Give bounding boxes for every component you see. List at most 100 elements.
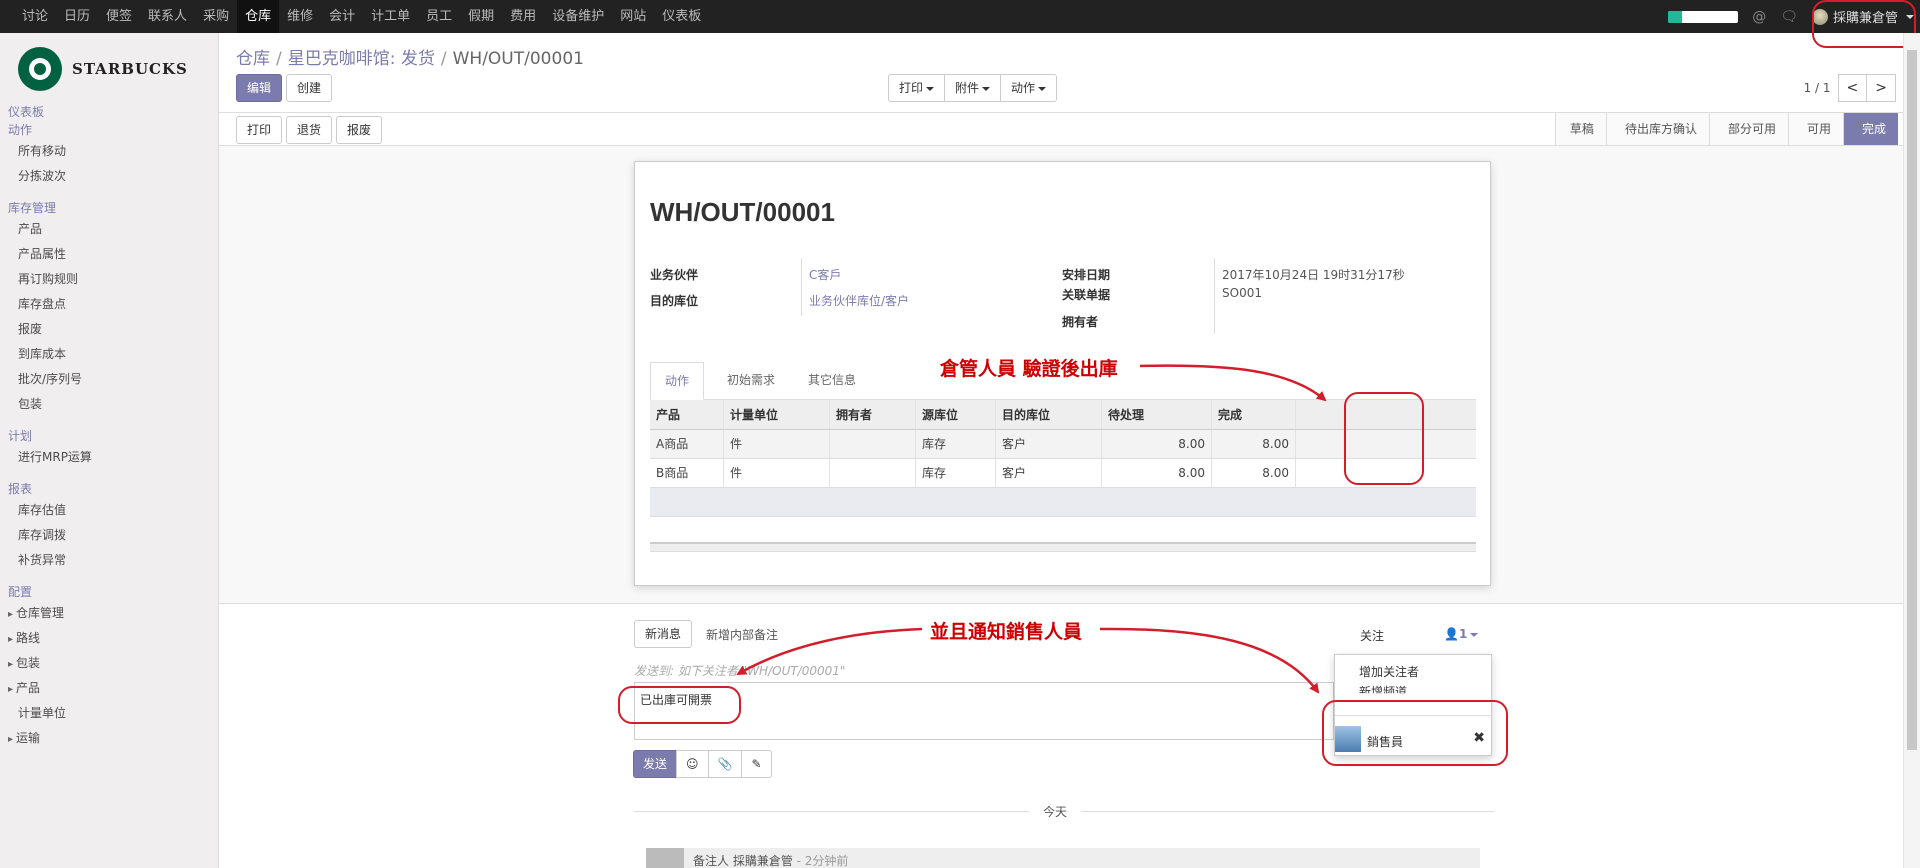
at-icon[interactable]: @ (1752, 9, 1766, 25)
create-button[interactable]: 创建 (286, 74, 333, 102)
status-action-button[interactable]: 打印 (236, 116, 283, 144)
sidebar-menu: 仪表板 动作 所有移动 分拣波次 库存管理 产品 产品属性 再订购规则 库存盘点 报废 到库… (0, 103, 219, 751)
full-composer-icon[interactable]: ✎ (741, 750, 772, 778)
breadcrumb: 仓库 / 星巴克咖啡馆: 发货 / WH/OUT/00001 (236, 44, 584, 69)
emoji-icon[interactable]: ☺ (676, 750, 709, 778)
sidebar-item[interactable]: 批次/序列号 (0, 367, 219, 392)
app-menu-item[interactable]: 设备维护 (544, 0, 612, 33)
sidebar-item[interactable]: 补货异常 (0, 548, 219, 573)
sidebar-item[interactable]: 库存盘点 (0, 292, 219, 317)
sidebar-section-config: 配置 (8, 585, 33, 599)
sidebar-item[interactable]: 产品 (0, 676, 219, 701)
stage-item[interactable]: 待出库方确认 (1605, 113, 1709, 145)
log-note-button[interactable]: 新增内部备注 (706, 626, 778, 643)
table-cell: 客户 (996, 459, 1102, 487)
stage-item[interactable]: 部分可用 (1708, 113, 1788, 145)
sidebar: STARBUCKS 仪表板 动作 所有移动 分拣波次 库存管理 产品 产品属性 再订购… (0, 33, 219, 868)
stage-item[interactable]: 可用 (1787, 113, 1843, 145)
destination-value[interactable]: 业务伙伴库位/客户 (809, 292, 909, 309)
sidebar-item[interactable]: 产品 (0, 217, 219, 242)
sidebar-section-plan: 计划 (8, 429, 33, 443)
sidebar-item[interactable]: 到库成本 (0, 342, 219, 367)
annotation-top: 倉管人員 驗證後出庫 (940, 358, 1118, 380)
app-menu-item[interactable]: 费用 (502, 0, 544, 33)
tab-initial-demand[interactable]: 初始需求 (713, 362, 789, 400)
breadcrumb-separator: / (276, 49, 282, 69)
app-menu-item[interactable]: 假期 (460, 0, 502, 33)
edit-button[interactable]: 编辑 (236, 74, 283, 102)
sidebar-item[interactable]: 路线 (0, 626, 219, 651)
pager-next-button[interactable]: > (1866, 74, 1896, 102)
sidebar-item[interactable]: 计量单位 (0, 701, 219, 726)
followers-count: 1 (1458, 627, 1468, 641)
stage-item[interactable]: 草稿 (1554, 113, 1606, 145)
page-scrollbar[interactable] (1903, 33, 1920, 868)
breadcrumb-parent[interactable]: 星巴克咖啡馆: 发货 (288, 49, 435, 69)
sidebar-item[interactable]: 库存估值 (0, 498, 219, 523)
app-menu-item[interactable]: 仓库 (237, 0, 280, 33)
sidebar-item[interactable]: 产品属性 (0, 242, 219, 267)
followers-button[interactable]: 👤1 (1444, 627, 1479, 641)
message-time: - 2分钟前 (792, 854, 849, 868)
column-header[interactable]: 源库位 (916, 400, 996, 429)
attachment-dropdown[interactable]: 附件 (944, 74, 1002, 102)
sidebar-item[interactable]: 包装 (0, 392, 219, 417)
app-menu-item[interactable]: 会计 (321, 0, 363, 33)
column-header[interactable]: 目的库位 (996, 400, 1102, 429)
table-cell: 件 (724, 459, 830, 487)
action-dropdown[interactable]: 动作 (1000, 74, 1058, 102)
message-item: 备注人 採購兼倉管 - 2分钟前 (646, 848, 1480, 868)
new-message-button[interactable]: 新消息 (634, 620, 693, 648)
sidebar-item[interactable]: 再订购规则 (0, 267, 219, 292)
app-menu-item[interactable]: 便签 (98, 0, 140, 33)
stage-item[interactable]: 完成 (1842, 113, 1898, 145)
pager-previous-button[interactable]: < (1837, 74, 1868, 102)
table-cell: 件 (724, 430, 830, 458)
chevron-down-icon (926, 86, 935, 91)
app-menu-item[interactable]: 仪表板 (654, 0, 709, 33)
app-menu-item[interactable]: 员工 (418, 0, 460, 33)
status-action-button[interactable]: 报废 (336, 116, 383, 144)
breadcrumb-root[interactable]: 仓库 (236, 49, 270, 69)
sidebar-item[interactable]: 分拣波次 (0, 164, 219, 189)
add-channel-item[interactable]: 新增频道 (1359, 683, 1407, 693)
sidebar-item[interactable]: 运输 (0, 726, 219, 751)
app-menu-item[interactable]: 采购 (195, 0, 237, 33)
chevron-down-icon (1470, 632, 1479, 637)
partner-value[interactable]: C客戶 (809, 266, 841, 283)
company-logo[interactable]: STARBUCKS (18, 47, 188, 91)
sidebar-item[interactable]: 报废 (0, 317, 219, 342)
column-header[interactable]: 完成 (1212, 400, 1296, 429)
follow-button[interactable]: 关注 (1360, 627, 1384, 644)
progress-bar[interactable] (1668, 10, 1739, 23)
sidebar-item[interactable]: 仓库管理 (0, 601, 219, 626)
app-menu-item[interactable]: 讨论 (14, 0, 56, 33)
attachment-icon[interactable]: 📎 (707, 750, 743, 778)
tab-additional-info[interactable]: 其它信息 (794, 362, 870, 400)
app-menu-item[interactable]: 维修 (279, 0, 321, 33)
add-follower-item[interactable]: 增加关注者 (1359, 663, 1419, 680)
pager-nav: < > (1837, 74, 1896, 102)
status-action-button[interactable]: 退货 (286, 116, 333, 144)
highlight-user-box (1812, 0, 1916, 48)
send-button[interactable]: 发送 (633, 750, 678, 778)
source-document-label: 关联单据 (1062, 288, 1111, 302)
sidebar-item[interactable]: 进行MRP运算 (0, 445, 219, 470)
print-dropdown[interactable]: 打印 (888, 74, 946, 102)
column-header[interactable]: 拥有者 (830, 400, 916, 429)
table-cell: 8.00 (1102, 430, 1212, 458)
sidebar-item[interactable]: 库存调拨 (0, 523, 219, 548)
tab-operations[interactable]: 动作 (650, 362, 705, 400)
sidebar-dashboard[interactable]: 仪表板 (0, 103, 219, 121)
chat-icon[interactable]: 🗨 (1780, 9, 1798, 25)
app-menu-item[interactable]: 网站 (612, 0, 654, 33)
column-header[interactable]: 产品 (650, 400, 724, 429)
app-menu-item[interactable]: 日历 (56, 0, 98, 33)
scrollbar-thumb[interactable] (1907, 50, 1917, 750)
column-header[interactable]: 计量单位 (724, 400, 830, 429)
app-menu-item[interactable]: 联系人 (140, 0, 195, 33)
sidebar-item[interactable]: 包装 (0, 651, 219, 676)
column-header[interactable]: 待处理 (1102, 400, 1212, 429)
sidebar-item[interactable]: 所有移动 (0, 139, 219, 164)
app-menu-item[interactable]: 计工单 (363, 0, 418, 33)
